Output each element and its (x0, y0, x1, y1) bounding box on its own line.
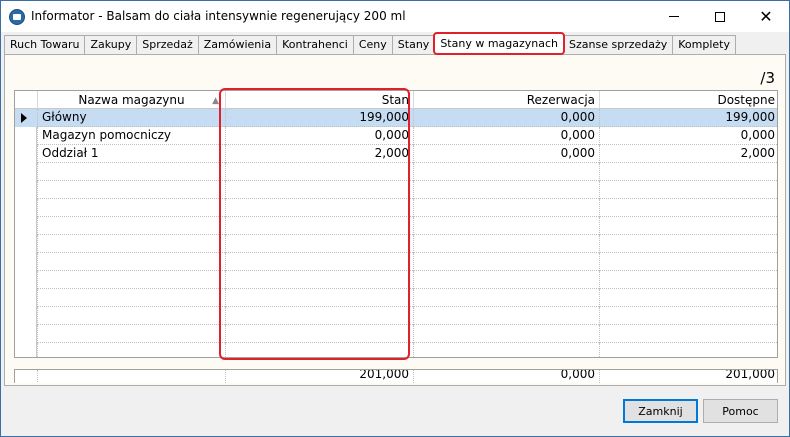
cell-dostepne: 0,000 (599, 127, 777, 145)
empty-row (15, 181, 777, 199)
zamknij-button[interactable]: Zamknij (623, 399, 698, 423)
app-icon (9, 9, 25, 25)
cell-stan: 2,000 (225, 145, 413, 163)
empty-row (15, 217, 777, 235)
maximize-button[interactable] (697, 1, 743, 32)
column-header-dostepne[interactable]: Dostępne (599, 91, 777, 109)
tab-zakupy[interactable]: Zakupy (84, 35, 138, 54)
cell-nazwa: Główny (37, 109, 225, 127)
total-dostepne: 201,000 (599, 370, 777, 383)
cell-stan: 199,000 (225, 109, 413, 127)
column-header-nazwa-magazynu[interactable]: Nazwa magazynu ▲ (37, 91, 225, 109)
total-stan: 201,000 (225, 370, 413, 383)
cell-nazwa: Oddział 1 (37, 145, 225, 163)
tab-page-stany-w-magazynach: /3 Nazwa magazynu ▲ Stan Rezerwacja Dost… (4, 54, 786, 386)
tab-szanse-sprzedazy[interactable]: Szanse sprzedaży (563, 35, 674, 54)
total-rezerwacja: 0,000 (413, 370, 599, 383)
close-window-button[interactable]: ✕ (743, 1, 789, 32)
cell-rezerwacja: 0,000 (413, 127, 599, 145)
empty-row (15, 271, 777, 289)
cell-nazwa: Magazyn pomocniczy (37, 127, 225, 145)
empty-row (15, 325, 777, 343)
cell-dostepne: 2,000 (599, 145, 777, 163)
informator-window: Informator - Balsam do ciała intensywnie… (0, 0, 790, 437)
tab-zamowienia[interactable]: Zamówienia (197, 35, 278, 54)
empty-row (15, 235, 777, 253)
cell-rezerwacja: 0,000 (413, 145, 599, 163)
minimize-icon (669, 16, 679, 17)
column-header-label: Nazwa magazynu (78, 93, 185, 107)
table-row[interactable]: Magazyn pomocniczy 0,000 0,000 0,000 (15, 127, 777, 145)
column-header-stan[interactable]: Stan (225, 91, 413, 109)
total-cell-blank (37, 370, 225, 383)
cell-rezerwacja: 0,000 (413, 109, 599, 127)
grid-header: Nazwa magazynu ▲ Stan Rezerwacja Dostępn… (15, 91, 777, 109)
tab-komplety[interactable]: Komplety (672, 35, 737, 54)
empty-row (15, 343, 777, 357)
empty-row (15, 289, 777, 307)
empty-row (15, 199, 777, 217)
title-bar[interactable]: Informator - Balsam do ciała intensywnie… (1, 1, 789, 32)
sort-icon: ▲ (212, 96, 219, 106)
table-row[interactable]: Główny 199,000 0,000 199,000 (15, 109, 777, 127)
tab-ruch-towaru[interactable]: Ruch Towaru (4, 35, 86, 54)
tab-sprzedaz[interactable]: Sprzedaż (136, 35, 199, 54)
window-title: Informator - Balsam do ciała intensywnie… (31, 9, 406, 23)
maximize-icon (715, 11, 725, 22)
tab-stany-w-magazynach[interactable]: Stany w magazynach (433, 32, 566, 55)
current-row-pointer-icon (21, 113, 27, 123)
totals-row: 201,000 0,000 201,000 (14, 369, 778, 383)
close-icon: ✕ (759, 6, 773, 26)
tab-ceny[interactable]: Ceny (352, 35, 393, 54)
empty-row (15, 307, 777, 325)
empty-row (15, 163, 777, 181)
cell-dostepne: 199,000 (599, 109, 777, 127)
warehouse-grid[interactable]: Nazwa magazynu ▲ Stan Rezerwacja Dostępn… (14, 90, 778, 358)
table-row[interactable]: Oddział 1 2,000 0,000 2,000 (15, 145, 777, 163)
tab-kontrahenci[interactable]: Kontrahenci (276, 35, 354, 54)
record-counter: /3 (760, 69, 775, 87)
tab-strip: Ruch Towaru Zakupy Sprzedaż Zamówienia K… (4, 32, 737, 55)
column-header-rezerwacja[interactable]: Rezerwacja (413, 91, 599, 109)
cell-stan: 0,000 (225, 127, 413, 145)
empty-row (15, 253, 777, 271)
tab-stany[interactable]: Stany (391, 35, 436, 54)
minimize-button[interactable] (651, 1, 697, 32)
pomoc-button[interactable]: Pomoc (703, 399, 778, 423)
